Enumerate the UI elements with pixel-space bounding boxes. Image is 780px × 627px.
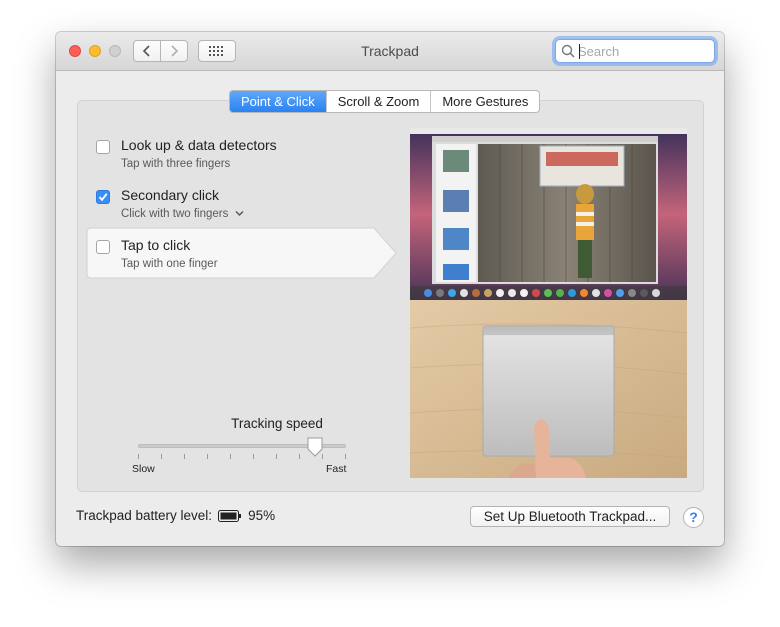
text-cursor — [579, 44, 580, 59]
secondary-click-checkbox[interactable] — [96, 190, 110, 204]
battery-status: Trackpad battery level: 95% — [76, 508, 275, 523]
battery-value: 95% — [248, 508, 276, 523]
checkmark-icon — [98, 193, 108, 202]
search-icon — [561, 44, 575, 58]
chevron-down-icon — [235, 211, 244, 216]
battery-icon — [218, 509, 242, 522]
slider-tick — [184, 454, 185, 459]
slider-tick — [299, 454, 300, 459]
tab-more-gestures[interactable]: More Gestures — [431, 91, 539, 112]
option-subtitle: Tap with three fingers — [121, 158, 231, 170]
look-up-checkbox[interactable] — [96, 140, 110, 154]
search-field[interactable] — [555, 39, 715, 63]
tracking-speed-label: Tracking speed — [231, 416, 323, 431]
slider-tick — [207, 454, 208, 459]
gesture-preview-video — [410, 128, 687, 478]
help-button[interactable]: ? — [683, 507, 704, 528]
slider-tick — [161, 454, 162, 459]
slow-label: Slow — [132, 463, 155, 475]
option-title: Secondary click — [121, 187, 220, 203]
secondary-click-mode: Click with two fingers — [121, 208, 229, 220]
preferences-window: Trackpad Point & Click Scroll & Zoom Mor… — [56, 32, 724, 546]
slider-tick — [345, 454, 346, 459]
option-subtitle: Tap with one finger — [121, 258, 218, 270]
tab-scroll-zoom[interactable]: Scroll & Zoom — [327, 91, 432, 112]
fast-label: Fast — [326, 463, 347, 475]
setup-bluetooth-trackpad-button[interactable]: Set Up Bluetooth Trackpad... — [470, 506, 670, 527]
tab-point-click[interactable]: Point & Click — [230, 91, 327, 112]
selected-option-highlight — [86, 227, 397, 279]
search-input[interactable] — [578, 43, 708, 59]
slider-tick — [138, 454, 139, 459]
slider-tick — [253, 454, 254, 459]
option-subtitle[interactable]: Click with two fingers — [121, 208, 244, 220]
battery-label: Trackpad battery level: — [76, 508, 213, 523]
tracking-speed-slider[interactable] — [138, 437, 346, 470]
slider-tick — [276, 454, 277, 459]
option-title: Look up & data detectors — [121, 137, 277, 153]
slider-tick — [230, 454, 231, 459]
title-bar: Trackpad — [56, 32, 724, 71]
tap-to-click-checkbox[interactable] — [96, 240, 110, 254]
tab-bar: Point & Click Scroll & Zoom More Gesture… — [229, 90, 541, 113]
slider-thumb[interactable] — [306, 437, 324, 457]
option-title: Tap to click — [121, 237, 191, 253]
